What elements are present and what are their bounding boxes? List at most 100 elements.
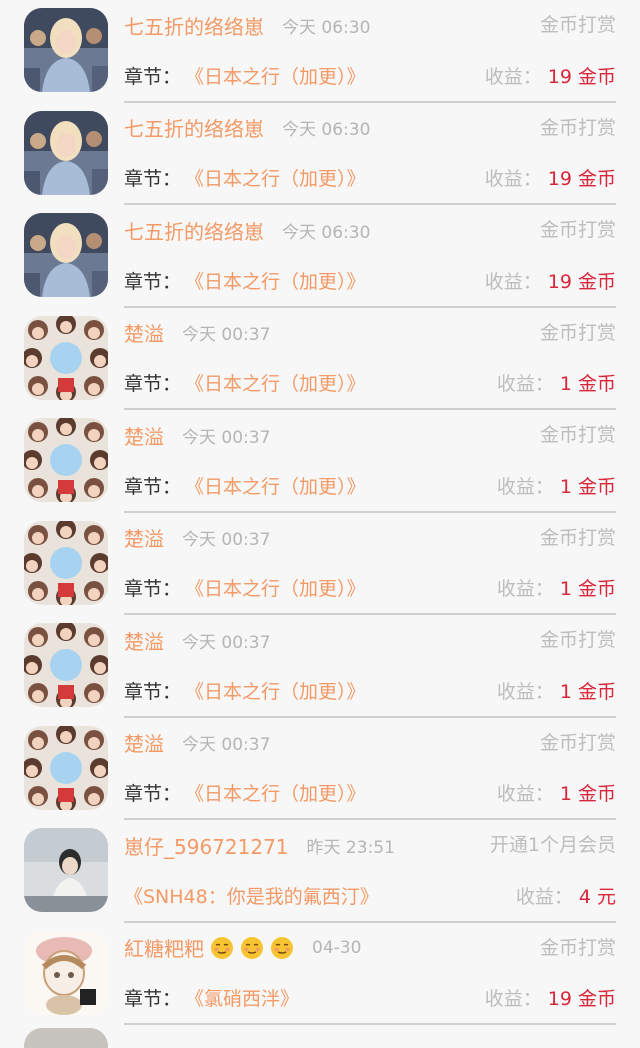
earnings-value: 1 金币	[559, 373, 616, 395]
reward-row[interactable]: 七五折的络络崽 今天 06:30 金币打赏 章节： 《日本之行（加更）》 收益： 19 金币	[0, 0, 640, 103]
reward-row[interactable]: 崽仔_596721271 昨天 23:51 开通1个月会员 《SNH48：你是我的氟西…	[0, 820, 640, 923]
row-header: 紅糖粑粑 04-30 金币打赏	[124, 933, 616, 963]
user-name[interactable]: 楚溢	[124, 318, 164, 347]
earnings-label: 收益：	[496, 680, 554, 703]
row-content: 楚溢 今天 00:37 金币打赏 章节： 《日本之行（加更）》 收益： 1 金币	[124, 615, 616, 718]
reward-type: 金币打赏	[539, 321, 616, 344]
user-name[interactable]: 紅糖粑粑	[124, 933, 204, 962]
chapter-title-link[interactable]: 《日本之行（加更）》	[185, 779, 366, 806]
earnings-value: 1 金币	[559, 783, 616, 805]
chapter-title-link[interactable]: 《日本之行（加更）》	[185, 164, 366, 191]
reward-type: 金币打赏	[539, 731, 616, 754]
avatar-group[interactable]	[24, 623, 108, 707]
earnings-label: 收益：	[484, 65, 542, 88]
avatar-blonde[interactable]	[24, 213, 108, 297]
chapter-title-link[interactable]: 《日本之行（加更）》	[185, 267, 366, 294]
reward-type: 开通1个月会员	[489, 834, 616, 856]
chapter-title-link[interactable]: 《日本之行（加更）》	[185, 472, 366, 499]
reward-type: 金币打赏	[539, 219, 616, 241]
row-content: 楚溢 今天 00:37 金币打赏章节： 《日本之行（加更）》 收益： 1 金币	[124, 513, 616, 615]
timestamp: 今天 00:37	[182, 530, 271, 550]
timestamp: 今天 00:37	[182, 325, 271, 345]
row-detail: 章节： 《日本之行（加更）》 收益： 1 金币	[124, 368, 616, 398]
earnings-value: 19 金币	[547, 270, 616, 293]
user-name[interactable]: 崽仔_596721271	[124, 831, 289, 860]
reward-row[interactable]: 楚溢 今天 00:37 金币打赏章节： 《日本之行（加更）》 收益： 1 金币	[0, 513, 640, 615]
earnings-value: 19 金币	[547, 988, 616, 1010]
earnings-label: 收益：	[496, 373, 554, 395]
user-name[interactable]: 七五折的络络崽	[124, 11, 264, 40]
avatar-blonde[interactable]	[24, 110, 108, 195]
row-content: 崽仔_596721271 昨天 23:51 开通1个月会员 《SNH48：你是我的氟西…	[124, 820, 616, 923]
chapter-label: 章节：	[124, 270, 182, 293]
user-name[interactable]: 楚溢	[124, 626, 164, 655]
reward-row[interactable]: 楚溢 今天 00:37 金币打赏 章节： 《日本之行（加更）》 收益： 1 金币	[0, 615, 640, 718]
earnings-value: 1 金币	[559, 475, 616, 498]
earnings: 收益： 1 金币	[497, 675, 616, 705]
user-name[interactable]: 楚溢	[124, 728, 164, 757]
avatar-group[interactable]	[24, 315, 108, 400]
row-content: 楚溢 今天 00:37 金币打赏章节： 《日本之行（加更）》 收益： 1 金币	[124, 410, 616, 513]
earnings: 收益： 4 元	[516, 880, 616, 910]
next-avatar-partial	[24, 1028, 108, 1048]
row-header: 楚溢 今天 00:37 金币打赏	[124, 420, 616, 450]
avatar-blonde[interactable]	[24, 8, 108, 92]
row-detail: 章节： 《日本之行（加更）》 收益： 19 金币	[124, 60, 616, 90]
avatar-portrait[interactable]	[24, 828, 108, 912]
chapter-label: 章节：	[124, 373, 182, 395]
avatar-group[interactable]	[24, 725, 108, 810]
user-name[interactable]: 楚溢	[124, 421, 164, 450]
reward-row[interactable]: 楚溢 今天 00:37 金币打赏章节： 《日本之行（加更）》 收益： 1 金币	[0, 410, 640, 513]
smiling-emoji-icon	[240, 936, 264, 960]
chapter-label: 章节：	[124, 578, 182, 600]
row-header: 楚溢 今天 00:37 金币打赏	[124, 625, 616, 655]
chapter-title-link[interactable]: 《SNH48：你是我的氟西汀》	[124, 882, 379, 909]
reward-row[interactable]: 楚溢 今天 00:37 金币打赏章节： 《日本之行（加更）》 收益： 1 金币	[0, 308, 640, 410]
chapter-title-link[interactable]: 《日本之行（加更）》	[185, 574, 366, 601]
user-name[interactable]: 楚溢	[124, 523, 164, 552]
earnings-label: 收益：	[496, 578, 554, 600]
earnings: 收益： 19 金币	[485, 983, 616, 1013]
chapter-title-link[interactable]: 《日本之行（加更）》	[185, 677, 366, 704]
chapter-title-link[interactable]: 《日本之行（加更）》	[185, 62, 366, 89]
avatar-group[interactable]	[24, 418, 108, 502]
avatar-drawing[interactable]	[24, 930, 108, 1015]
reward-row[interactable]: 七五折的络络崽 今天 06:30 金币打赏 章节： 《日本之行（加更）》 收益： 19 金币	[0, 205, 640, 308]
user-name[interactable]: 七五折的络络崽	[124, 216, 264, 245]
row-header: 七五折的络络崽 今天 06:30 金币打赏	[124, 10, 616, 40]
reward-type: 金币打赏	[539, 936, 616, 959]
earnings: 收益： 1 金币	[497, 470, 616, 500]
chapter-title-link[interactable]: 《日本之行（加更）》	[185, 369, 366, 396]
earnings-value: 1 金币	[559, 578, 616, 600]
reward-row[interactable]: 紅糖粑粑 04-30 金币打赏章节： 《氯硝西泮》 收益： 19 金币	[0, 923, 640, 1025]
reward-row[interactable]: 七五折的络络崽 今天 06:30 金币打赏 章节： 《日本之行（加更）》 收益： 19 金币	[0, 103, 640, 205]
chapter-label: 章节：	[124, 988, 182, 1010]
timestamp: 今天 06:30	[282, 222, 371, 243]
reward-type: 金币打赏	[539, 14, 616, 36]
row-header: 楚溢 今天 00:37 金币打赏	[124, 523, 616, 553]
row-content: 七五折的络络崽 今天 06:30 金币打赏 章节： 《日本之行（加更）》 收益： 19 金币	[124, 205, 616, 308]
reward-type: 金币打赏	[539, 629, 616, 651]
row-header: 崽仔_596721271 昨天 23:51 开通1个月会员	[124, 830, 616, 860]
timestamp: 今天 06:30	[282, 17, 371, 38]
avatar-group[interactable]	[24, 520, 108, 605]
user-name[interactable]: 七五折的络络崽	[124, 113, 264, 142]
chapter-label: 章节：	[124, 475, 182, 498]
chapter-label: 章节：	[124, 168, 182, 190]
earnings-value: 1 金币	[559, 680, 616, 703]
earnings-label: 收益：	[484, 168, 542, 190]
chapter-title-link[interactable]: 《氯硝西泮》	[185, 984, 299, 1011]
reward-type: 金币打赏	[539, 526, 616, 549]
smiling-emoji-icon	[270, 936, 294, 960]
reward-type: 金币打赏	[539, 116, 616, 139]
earnings-label: 收益：	[515, 885, 573, 908]
reward-list: 七五折的络络崽 今天 06:30 金币打赏 章节： 《日本之行（加更）》 收益： 19 金币…	[0, 0, 640, 1025]
reward-row[interactable]: 楚溢 今天 00:37 金币打赏 章节： 《日本之行（加更）》 收益： 1 金币	[0, 718, 640, 820]
timestamp: 今天 00:37	[182, 427, 271, 448]
earnings-label: 收益：	[484, 988, 542, 1010]
earnings-value: 19 金币	[547, 65, 616, 88]
row-detail: 章节： 《日本之行（加更）》 收益： 19 金币	[124, 163, 616, 193]
timestamp: 今天 00:37	[182, 632, 271, 653]
earnings: 收益： 1 金币	[497, 368, 616, 398]
row-content: 楚溢 今天 00:37 金币打赏 章节： 《日本之行（加更）》 收益： 1 金币	[124, 718, 616, 820]
